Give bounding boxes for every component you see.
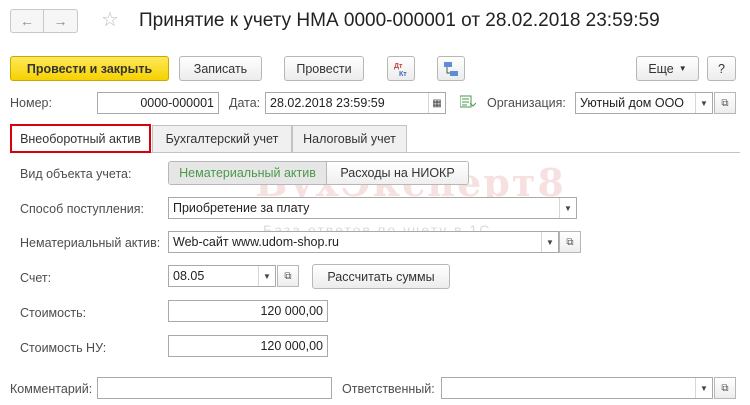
chevron-down-icon[interactable]: ▼	[559, 198, 576, 218]
cost-tax-label: Стоимость НУ:	[20, 341, 107, 355]
page-title: Принятие к учету НМА 0000-000001 от 28.0…	[139, 10, 660, 31]
object-type-toggle[interactable]: Нематериальный актив Расходы на НИОКР	[168, 161, 469, 185]
post-button[interactable]: Провести	[284, 56, 364, 81]
account-field[interactable]: 08.05 ▼	[168, 265, 276, 287]
responsible-label: Ответственный:	[342, 382, 435, 396]
structure-button[interactable]	[437, 56, 465, 81]
back-button[interactable]: ←	[10, 9, 44, 33]
list-icon[interactable]	[459, 95, 477, 112]
number-field[interactable]: 0000-000001	[97, 92, 219, 114]
more-button[interactable]: Еще ▼	[636, 56, 699, 81]
responsible-field[interactable]: ▼	[441, 377, 713, 399]
intangible-asset-label: Нематериальный актив:	[20, 236, 161, 250]
receipt-method-value: Приобретение за плату	[173, 201, 310, 215]
open-organization-button[interactable]: ⧉	[714, 92, 736, 114]
save-button[interactable]: Записать	[179, 56, 262, 81]
hierarchy-icon	[444, 61, 458, 76]
organization-value: Уютный дом ООО	[580, 96, 685, 110]
chevron-down-icon[interactable]: ▼	[695, 378, 712, 398]
date-value: 28.02.2018 23:59:59	[270, 96, 385, 110]
post-and-close-button[interactable]: Провести и закрыть	[10, 56, 169, 81]
intangible-asset-field[interactable]: Web-сайт www.udom-shop.ru ▼	[168, 231, 559, 253]
receipt-method-label: Способ поступления:	[20, 202, 144, 216]
open-icon: ⧉	[721, 97, 729, 109]
object-type-intangible[interactable]: Нематериальный актив	[169, 162, 327, 184]
forward-button[interactable]: →	[44, 9, 78, 33]
star-icon[interactable]: ☆	[101, 7, 119, 32]
open-icon: ⧉	[721, 382, 729, 394]
receipt-method-field[interactable]: Приобретение за плату ▼	[168, 197, 577, 219]
chevron-down-icon[interactable]: ▼	[258, 266, 275, 286]
tab-tax-accounting[interactable]: Налоговый учет	[292, 125, 407, 152]
comment-field[interactable]	[97, 377, 332, 399]
svg-text:Дт: Дт	[394, 63, 403, 70]
open-asset-button[interactable]: ⧉	[559, 231, 581, 253]
arrow-right-icon: →	[53, 13, 68, 29]
object-type-label: Вид объекта учета:	[20, 167, 132, 181]
calculate-sums-button[interactable]: Рассчитать суммы	[312, 264, 450, 289]
more-label: Еще	[648, 61, 674, 76]
cost-tax-field[interactable]: 120 000,00	[168, 335, 328, 357]
cost-field[interactable]: 120 000,00	[168, 300, 328, 322]
chevron-down-icon[interactable]: ▼	[541, 232, 558, 252]
chevron-down-icon: ▼	[678, 64, 687, 73]
svg-text:Кт: Кт	[399, 71, 407, 78]
dt-kt-button[interactable]: Дт Кт	[387, 56, 415, 81]
intangible-asset-value: Web-сайт www.udom-shop.ru	[173, 235, 340, 249]
date-field[interactable]: 28.02.2018 23:59:59 ▦	[265, 92, 446, 114]
tab-accounting[interactable]: Бухгалтерский учет	[152, 125, 292, 152]
open-icon: ⧉	[566, 236, 574, 248]
date-label: Дата:	[229, 96, 261, 110]
cost-label: Стоимость:	[20, 306, 87, 320]
account-label: Счет:	[20, 271, 52, 285]
number-value: 0000-000001	[140, 96, 214, 110]
open-account-button[interactable]: ⧉	[277, 265, 299, 287]
dt-kt-icon: Дт Кт	[394, 63, 407, 78]
arrow-left-icon: ←	[20, 13, 34, 29]
open-responsible-button[interactable]: ⧉	[714, 377, 736, 399]
chevron-down-icon[interactable]: ▼	[695, 93, 712, 113]
object-type-rnd[interactable]: Расходы на НИОКР	[327, 162, 468, 184]
calendar-icon[interactable]: ▦	[428, 93, 445, 113]
organization-field[interactable]: Уютный дом ООО ▼	[575, 92, 713, 114]
cost-tax-value: 120 000,00	[260, 339, 323, 353]
number-label: Номер:	[10, 96, 52, 110]
cost-value: 120 000,00	[260, 304, 323, 318]
help-button[interactable]: ?	[707, 56, 736, 81]
organization-label: Организация:	[487, 96, 566, 110]
account-value: 08.05	[173, 269, 205, 283]
tab-fixed-asset[interactable]: Внеоборотный актив	[10, 124, 151, 153]
comment-label: Комментарий:	[10, 382, 93, 396]
open-icon: ⧉	[284, 270, 292, 282]
